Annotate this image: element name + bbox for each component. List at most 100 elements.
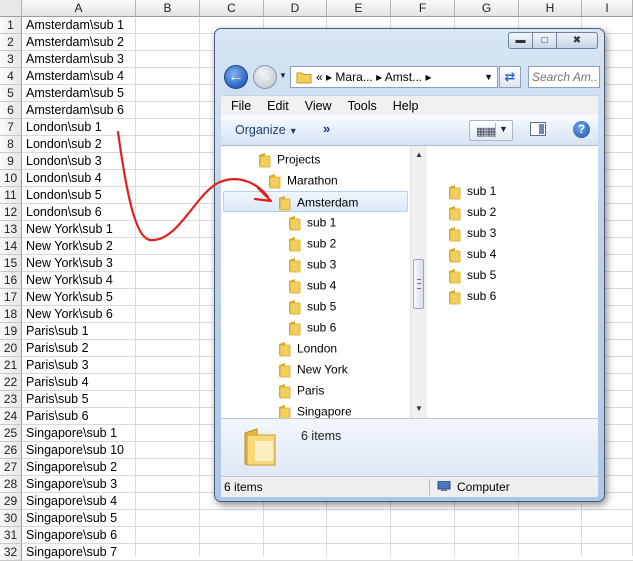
- refresh-button[interactable]: ⇄: [499, 66, 521, 88]
- tree-item-london[interactable]: London: [277, 338, 337, 359]
- list-item[interactable]: sub 3: [447, 223, 496, 244]
- tree-item-paris[interactable]: Paris: [277, 380, 324, 401]
- file-list[interactable]: sub 1 sub 2 sub 3 sub 4 sub 5 sub 6: [427, 146, 598, 418]
- row-header[interactable]: 1: [0, 17, 22, 34]
- list-item[interactable]: sub 4: [447, 244, 496, 265]
- address-chevron-down-icon[interactable]: ▼: [484, 67, 493, 87]
- tree-item-sub-5[interactable]: sub 5: [287, 296, 336, 317]
- tree-item-sub-2[interactable]: sub 2: [287, 233, 336, 254]
- tree-item-label: sub 5: [307, 299, 337, 314]
- folder-icon: [449, 268, 461, 284]
- tree-item-projects[interactable]: Projects: [257, 149, 320, 170]
- row-header[interactable]: 7: [0, 119, 22, 136]
- column-header-i[interactable]: I: [582, 0, 633, 17]
- navigation-pane[interactable]: Projects Marathon Amsterdam sub 1 sub 2 sub 3…: [221, 146, 411, 418]
- views-chevron-down-icon[interactable]: ▼: [499, 124, 508, 134]
- row-header[interactable]: 3: [0, 51, 22, 68]
- row-header[interactable]: 13: [0, 221, 22, 238]
- column-header-h[interactable]: H: [519, 0, 582, 17]
- row-header[interactable]: 4: [0, 68, 22, 85]
- row-header[interactable]: 31: [0, 527, 22, 544]
- folder-icon: [449, 226, 461, 242]
- tree-item-sub-1[interactable]: sub 1: [287, 212, 336, 233]
- cell-a[interactable]: Singapore\sub 6: [22, 527, 633, 544]
- column-header-b[interactable]: B: [136, 0, 200, 17]
- row-header[interactable]: 10: [0, 170, 22, 187]
- row-header[interactable]: 14: [0, 238, 22, 255]
- more-commands-button[interactable]: »: [323, 121, 330, 136]
- column-header-f[interactable]: F: [391, 0, 455, 17]
- navigation-scrollbar[interactable]: ▲ ▼: [410, 146, 427, 418]
- row-header[interactable]: 19: [0, 323, 22, 340]
- forward-button[interactable]: →: [253, 65, 277, 89]
- row-header[interactable]: 29: [0, 493, 22, 510]
- menu-tools[interactable]: Tools: [338, 96, 383, 116]
- breadcrumb-item[interactable]: Amst...: [385, 70, 422, 84]
- row-header[interactable]: 28: [0, 476, 22, 493]
- menu-help[interactable]: Help: [383, 96, 425, 116]
- row-header[interactable]: 23: [0, 391, 22, 408]
- scroll-up-icon[interactable]: ▲: [411, 148, 427, 162]
- row-header[interactable]: 2: [0, 34, 22, 51]
- minimize-icon[interactable]: ▬: [508, 32, 533, 49]
- row-header[interactable]: 9: [0, 153, 22, 170]
- menu-view[interactable]: View: [295, 96, 338, 116]
- row-header[interactable]: 27: [0, 459, 22, 476]
- breadcrumb-separator[interactable]: ▸: [425, 70, 431, 84]
- tree-item-new-york[interactable]: New York: [277, 359, 348, 380]
- tree-item-sub-3[interactable]: sub 3: [287, 254, 336, 275]
- cell-a[interactable]: Singapore\sub 7: [22, 544, 633, 561]
- maximize-icon[interactable]: □: [532, 32, 557, 49]
- row-header[interactable]: 22: [0, 374, 22, 391]
- preview-pane-icon[interactable]: [530, 122, 546, 136]
- list-item[interactable]: sub 6: [447, 286, 496, 307]
- column-header-e[interactable]: E: [327, 0, 391, 17]
- menu-edit[interactable]: Edit: [257, 96, 295, 116]
- column-header-a[interactable]: A: [22, 0, 136, 17]
- column-header-g[interactable]: G: [455, 0, 519, 17]
- column-header-c[interactable]: C: [200, 0, 264, 17]
- search-box[interactable]: [528, 66, 601, 88]
- tree-item-amsterdam[interactable]: Amsterdam: [223, 191, 408, 212]
- select-all-corner[interactable]: [0, 0, 22, 17]
- breadcrumb-overflow[interactable]: «: [316, 70, 323, 84]
- row-header[interactable]: 26: [0, 442, 22, 459]
- row-header[interactable]: 21: [0, 357, 22, 374]
- tree-item-sub-6[interactable]: sub 6: [287, 317, 336, 338]
- row-header[interactable]: 8: [0, 136, 22, 153]
- views-button[interactable]: ▦▦ ▼: [469, 120, 513, 141]
- row-header[interactable]: 16: [0, 272, 22, 289]
- recent-pages-chevron-down-icon[interactable]: ▼: [279, 71, 287, 80]
- row-header[interactable]: 30: [0, 510, 22, 527]
- row-header[interactable]: 5: [0, 85, 22, 102]
- list-item[interactable]: sub 1: [447, 181, 496, 202]
- row-header[interactable]: 18: [0, 306, 22, 323]
- row-header[interactable]: 25: [0, 425, 22, 442]
- cell-a[interactable]: Singapore\sub 5: [22, 510, 633, 527]
- organize-button[interactable]: Organize ▼: [235, 123, 298, 137]
- tree-item-marathon[interactable]: Marathon: [267, 170, 338, 191]
- tree-item-sub-4[interactable]: sub 4: [287, 275, 336, 296]
- row-header[interactable]: 17: [0, 289, 22, 306]
- row-header[interactable]: 6: [0, 102, 22, 119]
- tree-item-singapore[interactable]: Singapore: [277, 401, 352, 418]
- column-header-d[interactable]: D: [264, 0, 327, 17]
- close-icon[interactable]: ✖: [556, 32, 598, 49]
- row-header[interactable]: 20: [0, 340, 22, 357]
- scroll-down-icon[interactable]: ▼: [411, 402, 427, 416]
- tree-item-label: sub 1: [307, 215, 337, 230]
- scroll-thumb[interactable]: [413, 259, 424, 309]
- row-header[interactable]: 11: [0, 187, 22, 204]
- list-item[interactable]: sub 5: [447, 265, 496, 286]
- row-header[interactable]: 15: [0, 255, 22, 272]
- back-button[interactable]: ←: [224, 65, 248, 89]
- row-header[interactable]: 12: [0, 204, 22, 221]
- breadcrumb-item[interactable]: Mara...: [335, 70, 372, 84]
- search-input[interactable]: [529, 67, 601, 87]
- row-header[interactable]: 32: [0, 544, 22, 561]
- address-bar[interactable]: « ▸ Mara... ▸ Amst... ▸ ▼: [290, 66, 498, 88]
- help-icon[interactable]: ?: [573, 121, 590, 138]
- row-header[interactable]: 24: [0, 408, 22, 425]
- list-item[interactable]: sub 2: [447, 202, 496, 223]
- menu-file[interactable]: File: [221, 96, 257, 116]
